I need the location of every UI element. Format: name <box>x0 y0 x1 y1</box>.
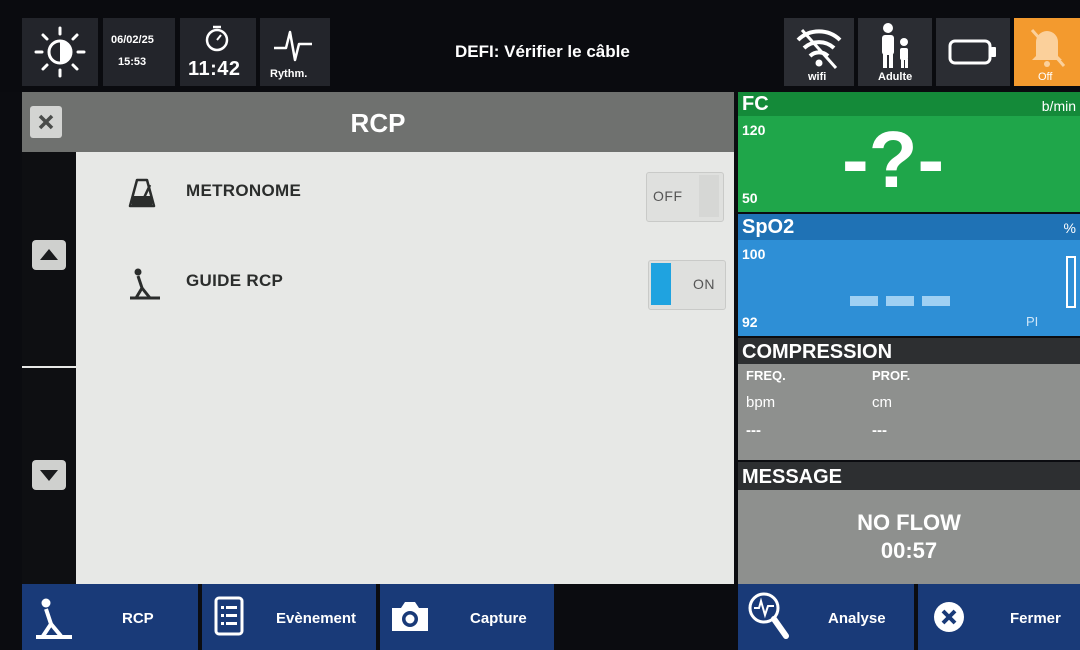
cpr-icon <box>36 598 72 639</box>
time-text: 15:53 <box>118 56 147 68</box>
elapsed-time-text: 11:42 <box>188 58 241 80</box>
message-panel: MESSAGE NO FLOW 00:57 <box>738 462 1080 584</box>
top-status-bar: 06/02/25 15:53 11:42 Rythm. DEFI: Vérifi… <box>0 0 1080 92</box>
sun-half-icon <box>34 26 86 78</box>
rhythm-label: Rythm. <box>270 68 308 80</box>
evenement-button[interactable]: Evènement <box>202 584 376 650</box>
guide-rcp-toggle[interactable]: ON <box>648 260 726 310</box>
fc-value: -?- <box>842 115 945 204</box>
rcp-dialog: RCP METRONOME OFF GUIDE RCP ON <box>22 92 734 584</box>
spo2-title: SpO2 <box>742 216 795 238</box>
prof-label: PROF. <box>872 368 911 383</box>
spo2-unit: % <box>1063 220 1076 236</box>
fc-title: FC <box>742 93 769 115</box>
spo2-value: --- <box>850 284 851 285</box>
compression-title: COMPRESSION <box>742 341 893 363</box>
freq-label: FREQ. <box>746 368 786 383</box>
arrow-up-icon <box>40 249 58 260</box>
spo2-dash <box>850 296 878 306</box>
stopwatch-icon <box>205 25 229 52</box>
scroll-down-button[interactable] <box>32 460 66 490</box>
option-row-metronome: METRONOME OFF <box>76 164 734 224</box>
capture-button[interactable]: Capture <box>380 584 554 650</box>
metronome-toggle[interactable]: OFF <box>646 172 724 222</box>
message-line-2: 00:57 <box>880 538 938 563</box>
toggle-knob <box>699 175 719 217</box>
fc-upper-limit: 120 <box>742 122 766 138</box>
metronome-icon <box>128 178 156 208</box>
guide-rcp-toggle-state: ON <box>693 276 715 292</box>
battery-status <box>936 18 1010 86</box>
patient-type-button[interactable]: Adulte <box>858 18 932 86</box>
wifi-status[interactable]: wifi <box>784 18 854 86</box>
evenement-button-label: Evènement <box>276 610 357 627</box>
dialog-title: RCP <box>350 108 406 138</box>
pi-label: PI <box>1026 314 1039 329</box>
date-text: 06/02/25 <box>111 34 154 46</box>
analyse-button[interactable]: Analyse <box>738 584 914 650</box>
elapsed-timer: 11:42 <box>180 18 256 86</box>
close-circle-icon <box>934 602 964 632</box>
alert-message: DEFI: Vérifier le câble <box>455 42 630 61</box>
wifi-disabled-icon <box>796 28 842 70</box>
fc-header <box>738 92 1080 116</box>
spo2-dash <box>922 296 950 306</box>
spo2-lower-limit: 92 <box>742 314 758 330</box>
rhythm-button[interactable]: Rythm. <box>260 18 330 86</box>
perfusion-bar <box>1066 256 1076 308</box>
rcp-button-label: RCP <box>122 610 154 627</box>
battery-icon <box>948 39 996 65</box>
spo2-upper-limit: 100 <box>742 246 766 262</box>
toggle-knob-on <box>651 263 671 305</box>
prof-unit: cm <box>872 394 892 411</box>
brightness-button[interactable] <box>22 18 98 86</box>
fermer-button-label: Fermer <box>1010 610 1061 627</box>
dialog-header: RCP <box>22 92 734 152</box>
fc-unit: b/min <box>1041 98 1076 114</box>
date-time-display: 06/02/25 15:53 <box>103 18 175 86</box>
freq-unit: bpm <box>746 394 776 411</box>
compression-panel: COMPRESSION FREQ. PROF. bpm cm --- --- <box>738 338 1080 460</box>
cpr-guide-icon <box>130 268 160 300</box>
message-line-1: NO FLOW <box>857 510 961 535</box>
spo2-dash <box>886 296 914 306</box>
fc-lower-limit: 50 <box>742 190 758 206</box>
event-list-icon <box>214 596 244 636</box>
message-title: MESSAGE <box>742 466 843 488</box>
ecg-wave-icon <box>274 30 312 62</box>
alarm-mute-button[interactable]: Off <box>1014 18 1080 86</box>
patient-type-label: Adulte <box>878 71 913 83</box>
camera-icon <box>392 602 428 631</box>
metronome-label: METRONOME <box>186 181 302 200</box>
bottom-action-bar: RCP Evènement Capture Analyse Fermer <box>0 584 1080 650</box>
scroll-rail <box>22 152 76 584</box>
capture-button-label: Capture <box>470 610 527 627</box>
option-row-guide-rcp: GUIDE RCP ON <box>76 252 734 312</box>
fc-panel: FC b/min 120 50 -?- <box>738 92 1080 212</box>
rcp-button[interactable]: RCP <box>22 584 198 650</box>
analyse-button-label: Analyse <box>828 610 886 627</box>
magnifier-ecg-icon <box>748 592 789 639</box>
freq-value: --- <box>746 422 761 439</box>
wifi-label: wifi <box>808 71 827 83</box>
metronome-toggle-state: OFF <box>653 188 683 204</box>
prof-value: --- <box>872 422 887 439</box>
fermer-button[interactable]: Fermer <box>918 584 1080 650</box>
spo2-panel: SpO2 % 100 92 --- PI <box>738 214 1080 336</box>
bell-off-icon <box>1030 29 1066 67</box>
guide-rcp-label: GUIDE RCP <box>186 271 284 290</box>
adult-child-icon <box>882 23 908 68</box>
arrow-down-icon <box>40 470 58 481</box>
scroll-up-button[interactable] <box>32 240 66 270</box>
scroll-divider <box>22 366 76 368</box>
alarm-label: Off <box>1038 71 1053 83</box>
